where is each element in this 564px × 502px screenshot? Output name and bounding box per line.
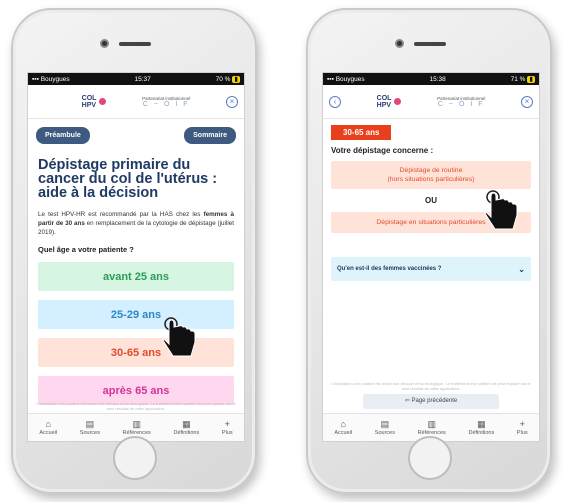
status-bar: ▪▪▪ Bouygues 15:38 71 % ▮ [323, 73, 539, 85]
book-icon: ▥ [132, 419, 141, 429]
tab-plus[interactable]: + Plus [222, 419, 233, 436]
speaker-grille [119, 42, 151, 46]
carrier-label: Bouygues [335, 75, 365, 83]
back-icon[interactable]: ‹ [329, 95, 341, 108]
carrier-label: Bouygues [40, 75, 70, 83]
document-icon: ▤ [380, 419, 390, 429]
screen-right: ▪▪▪ Bouygues 15:38 71 % ▮ ‹ COL HPV Parten… [322, 72, 540, 442]
colhpv-logo: COL HPV [82, 95, 107, 109]
tab-sources[interactable]: ▤ Sources [375, 419, 395, 436]
close-icon[interactable]: × [225, 95, 238, 108]
home-button[interactable] [113, 436, 157, 480]
age-choice-under-25[interactable]: avant 25 ans [38, 262, 234, 291]
tab-accueil[interactable]: ⌂ Accueil [334, 419, 352, 436]
tap-hand-icon [162, 317, 196, 357]
screen-left: ▪▪▪ Bouygues 15:37 70 % ▮ COL HPV Partenar… [27, 72, 245, 442]
battery-percent: 70 % [215, 76, 231, 83]
camera-icon [395, 39, 404, 48]
routine-screening-button[interactable]: Dépistage de routine (hors situations pa… [331, 161, 531, 189]
concern-heading: Votre dépistage concerne : [331, 146, 434, 155]
home-button[interactable] [408, 436, 452, 480]
battery-icon: ▮ [232, 76, 240, 83]
home-icon: ⌂ [45, 419, 51, 429]
glossary-icon: ▦ [182, 419, 191, 429]
back-arrow-icon: ⇦ [404, 398, 412, 404]
camera-icon [100, 39, 109, 48]
colhpv-logo: COL HPV [377, 95, 402, 109]
selected-age-badge: 30-65 ans [331, 125, 392, 140]
tab-definitions[interactable]: ▦ Définitions [174, 419, 200, 436]
age-choice-30-65[interactable]: 30-65 ans [38, 338, 234, 367]
battery-icon: ▮ [527, 76, 535, 83]
tab-plus[interactable]: + Plus [517, 419, 528, 436]
age-choice-25-29[interactable]: 25-29 ans [38, 300, 234, 329]
tab-sources[interactable]: ▤ Sources [80, 419, 100, 436]
book-icon: ▥ [427, 419, 436, 429]
app-header: ‹ COL HPV Partenariat institutionnel C ~ … [323, 85, 539, 119]
chevron-down-icon: ⌄ [518, 264, 525, 274]
tap-hand-icon [484, 190, 518, 230]
signal-icon: ▪▪▪ [327, 75, 336, 83]
sommaire-button[interactable]: Sommaire [184, 127, 236, 144]
tab-definitions[interactable]: ▦ Définitions [469, 419, 495, 436]
close-icon[interactable]: × [520, 95, 533, 108]
home-icon: ⌂ [340, 419, 346, 429]
clock-label: 15:38 [429, 75, 446, 83]
document-icon: ▤ [85, 419, 95, 429]
intro-text: Le test HPV-HR est recommandé par la HAS… [38, 211, 234, 236]
plus-icon: + [519, 419, 525, 429]
glossary-icon: ▦ [477, 419, 486, 429]
signal-icon: ▪▪▪ [32, 75, 41, 83]
tab-accueil[interactable]: ⌂ Accueil [39, 419, 57, 436]
app-header: COL HPV Partenariat institutionnel C ~ O … [28, 85, 244, 119]
page-title: Dépistage primaire du cancer du col de l… [38, 157, 218, 201]
speaker-grille [414, 42, 446, 46]
previous-page-button[interactable]: ⇦ Page précédente [363, 394, 499, 409]
phone-frame-left: ▪▪▪ Bouygues 15:37 70 % ▮ COL HPV Partenar… [11, 8, 257, 494]
disclaimer-text: L'évaluation d'un patient est avant tout… [331, 381, 531, 391]
phone-frame-right: ▪▪▪ Bouygues 15:38 71 % ▮ ‹ COL HPV Parten… [306, 8, 552, 494]
partner-logo: Partenariat institutionnel C ~ O I F [437, 95, 486, 108]
tab-references[interactable]: ▥ Références [123, 419, 151, 436]
battery-percent: 71 % [510, 76, 526, 83]
clock-label: 15:37 [134, 75, 151, 83]
partner-logo: Partenariat institutionnel C ~ O I F [142, 95, 191, 108]
tab-references[interactable]: ▥ Références [418, 419, 446, 436]
preambule-button[interactable]: Préambule [36, 127, 90, 144]
plus-icon: + [224, 419, 230, 429]
vaccinated-women-accordion[interactable]: Qu'en est-il des femmes vaccinées ? ⌄ [331, 257, 531, 281]
disclaimer-text: L'évaluation d'un patient est avant tout… [36, 401, 236, 411]
age-question: Quel âge a votre patiente ? [38, 245, 134, 254]
status-bar: ▪▪▪ Bouygues 15:37 70 % ▮ [28, 73, 244, 85]
